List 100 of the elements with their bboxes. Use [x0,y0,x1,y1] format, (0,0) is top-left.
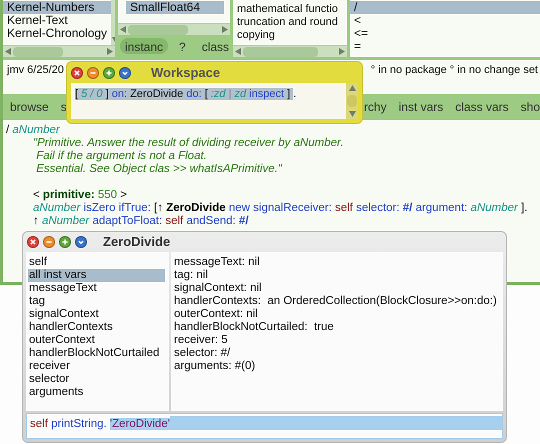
right-arrow-icon[interactable] [221,25,229,34]
field-item[interactable]: outerContext [28,334,165,347]
list-item[interactable]: truncation and round [233,16,347,29]
collapse-button[interactable] [87,66,99,78]
code-token: "Primitive. Answer the result of dividing receiver by aNumber. [33,137,344,149]
value-line: selector: #/ [174,347,232,360]
field-item[interactable]: messageText [28,282,165,295]
code-token: < [33,189,41,201]
code-token: aNumber [470,202,520,214]
code-token: selector: [356,202,401,214]
value-line: messageText: nil [174,256,261,269]
field-item[interactable]: self [28,256,165,269]
value-line: signalContext: nil [174,282,263,295]
code-token: / [6,124,10,136]
list-item[interactable]: Kernel-Chronology [3,27,112,40]
value-line: outerContext: nil [174,308,259,321]
code-token: [ [75,88,82,100]
class-toggle[interactable]: ? [174,38,191,54]
list-item[interactable]: SmallFloat64 [126,1,224,14]
field-item[interactable]: tag [28,295,165,308]
list-item[interactable]: = [350,40,540,53]
left-arrow-icon[interactable] [119,25,127,34]
info-text: ° in no package ° in no change set [370,63,538,78]
code-token: ↑ [33,215,40,227]
horizontal-scrollbar[interactable] [118,23,230,35]
code-token: self [165,215,184,227]
class-toggle[interactable]: class [196,38,234,54]
code-token: printString. [51,418,108,430]
toolbar-button[interactable]: sho [520,98,540,116]
code-token: andSend: [186,215,237,227]
code-token: :zd [210,88,229,100]
code-token: [↑ [154,202,164,214]
toolbar-button[interactable]: s [60,98,67,116]
menu-button[interactable] [119,66,131,78]
toolbar-button[interactable]: inst vars [398,98,444,116]
horizontal-scrollbar[interactable] [233,45,347,57]
down-arrow-icon[interactable] [348,110,356,118]
list-item[interactable]: copying [233,29,347,42]
code-token: argument: [416,202,468,214]
code-token: 5 / 0 [81,88,106,100]
toolbar-button[interactable]: browse [10,98,49,116]
toolbar-button[interactable]: rchy [364,98,387,116]
close-button[interactable] [27,236,39,248]
field-item[interactable]: receiver [28,360,165,373]
field-item[interactable]: signalContext [28,308,165,321]
code-token: new [228,202,251,214]
field-item[interactable]: all inst vars [28,269,165,282]
code-token: Fail if the argument is not a Float. [35,150,207,162]
list-item[interactable]: mathematical functio [233,3,347,16]
up-arrow-icon[interactable] [348,84,356,92]
field-item[interactable]: handlerContexts [28,321,165,334]
code-token: 550 [98,189,118,201]
code-token: do: [186,88,205,100]
list-item[interactable]: / [350,1,540,14]
code-token: ] [287,88,294,100]
code-token: on: [112,88,130,100]
class-toggle[interactable]: instanc [120,38,168,54]
code-token: ZeroDivide [130,88,186,100]
list-item[interactable]: Kernel-Text [3,14,112,27]
code-token: Essential. See Object clas >> whatIsAPrimitive." [35,163,282,175]
value-line: receiver: 5 [174,334,229,347]
right-arrow-icon[interactable] [338,47,346,56]
value-line: handlerBlockNotCurtailed: true [174,321,335,334]
horizontal-scrollbar[interactable] [3,45,115,57]
menu-button[interactable] [75,236,87,248]
window-title: Workspace [151,64,220,82]
value-line: arguments: #(0) [174,360,256,373]
left-arrow-icon[interactable] [234,47,242,56]
code-token: aNumber [12,124,60,136]
vertical-scrollbar[interactable] [346,83,358,119]
close-button[interactable] [71,66,83,78]
code-token: aNumber [42,215,90,227]
value-line: handlerContexts: an OrderedCollection(BlockClosure>>on:do:) [174,295,498,308]
expand-button[interactable] [103,66,115,78]
list-item[interactable]: < [350,14,540,27]
code-token: . [293,88,296,100]
code-token: 'ZeroDivide' [110,418,170,430]
code-token: aNumber [33,202,82,214]
left-arrow-icon[interactable] [4,47,12,56]
evaluation-pane[interactable]: self printString. 'ZeroDivide' [26,413,503,439]
field-item[interactable]: handlerBlockNotCurtailed [28,347,165,360]
value-line: tag: nil [174,269,209,282]
code-token: adaptToFloat: [92,215,164,227]
code-token: self [334,202,354,214]
code-token: zd [234,88,250,100]
field-item[interactable]: selector [28,373,165,386]
list-item[interactable]: <= [350,27,540,40]
toolbar-button[interactable]: class vars [455,98,509,116]
code-token: signalReceiver: [253,202,333,214]
code-token: isZero [84,202,116,214]
code-token: #/ [238,215,249,227]
field-item[interactable]: arguments [28,386,165,399]
code-token: ZeroDivide [166,202,227,214]
right-arrow-icon[interactable] [106,47,114,56]
window-title: ZeroDivide [103,233,170,252]
code-token: inspect [249,88,288,100]
list-item[interactable]: Kernel-Numbers [3,1,112,14]
collapse-button[interactable] [43,236,55,248]
code-token: ifTrue: [118,202,152,214]
expand-button[interactable] [59,236,71,248]
